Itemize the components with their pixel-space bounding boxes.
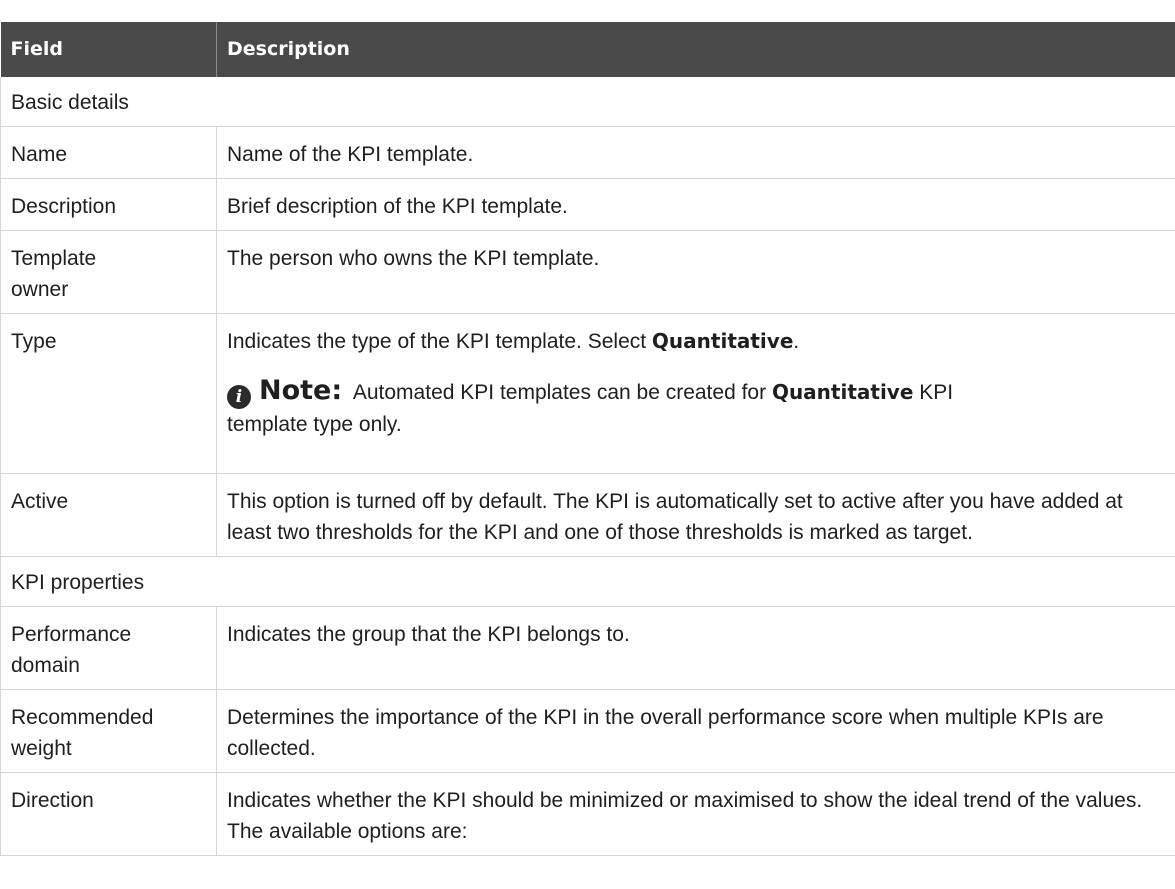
field-active: Active xyxy=(0,473,217,557)
table-row: Description Brief description of the KPI… xyxy=(0,178,1175,231)
note-label: Note: xyxy=(259,375,343,406)
field-template-owner: Template owner xyxy=(0,230,217,314)
description-name: Name of the KPI template. xyxy=(216,126,1175,179)
field-direction: Direction xyxy=(0,772,217,856)
table-row: Recommended weight Determines the import… xyxy=(0,689,1175,773)
description-performance-domain: Indicates the group that the KPI belongs… xyxy=(216,606,1175,690)
note-line-2: template type only. xyxy=(227,413,402,436)
description-direction: Indicates whether the KPI should be mini… xyxy=(216,772,1175,856)
field-type: Type xyxy=(0,313,217,474)
table-row: Active This option is turned off by defa… xyxy=(0,473,1175,557)
note-text-1: Automated KPI templates can be created f… xyxy=(352,381,772,404)
field-recommended-weight: Recommended weight xyxy=(0,689,217,773)
field-performance-domain-line1: Performance xyxy=(11,623,132,646)
kpi-template-fields-table: Field Description Basic details Name Nam… xyxy=(0,0,1175,856)
field-performance-domain-line2: domain xyxy=(11,654,80,677)
note-text-2: KPI xyxy=(913,381,954,404)
table-row: Template owner The person who owns the K… xyxy=(0,230,1175,314)
section-kpi-properties: KPI properties xyxy=(0,556,1175,607)
field-template-owner-line1: Template xyxy=(11,247,97,270)
description-type: Indicates the type of the KPI template. … xyxy=(216,313,1175,474)
description-active: This option is turned off by default. Th… xyxy=(216,473,1175,557)
field-performance-domain: Performance domain xyxy=(0,606,217,690)
description-template-owner: The person who owns the KPI template. xyxy=(216,230,1175,314)
info-icon: i xyxy=(227,385,251,409)
field-template-owner-line2: owner xyxy=(11,278,69,301)
field-description: Description xyxy=(0,178,217,231)
table-row: Type Indicates the type of the KPI templ… xyxy=(0,313,1175,474)
table-row: Name Name of the KPI template. xyxy=(0,126,1175,179)
type-description-prefix: Indicates the type of the KPI template. … xyxy=(227,330,652,353)
description-recommended-weight: Determines the importance of the KPI in … xyxy=(216,689,1175,773)
note-line-1: i Note: Automated KPI templates can be cr… xyxy=(227,375,1165,409)
table-row: Performance domain Indicates the group t… xyxy=(0,606,1175,690)
table-header-row: Field Description xyxy=(0,0,1175,77)
description-description: Brief description of the KPI template. xyxy=(216,178,1175,231)
section-row-kpi-properties: KPI properties xyxy=(0,556,1175,607)
field-recommended-weight-line2: weight xyxy=(11,737,72,760)
header-description: Description xyxy=(216,0,1175,77)
section-row-basic-details: Basic details xyxy=(0,77,1175,127)
note-block: i Note: Automated KPI templates can be cr… xyxy=(227,375,1165,440)
header-field: Field xyxy=(0,0,217,77)
field-name: Name xyxy=(0,126,217,179)
field-recommended-weight-line1: Recommended xyxy=(11,706,154,729)
note-bold: Quantitative xyxy=(771,380,914,404)
table-row: Direction Indicates whether the KPI shou… xyxy=(0,772,1175,856)
type-description-suffix: . xyxy=(793,330,800,353)
type-description-bold: Quantitative xyxy=(651,329,794,353)
section-basic-details: Basic details xyxy=(0,77,1175,127)
